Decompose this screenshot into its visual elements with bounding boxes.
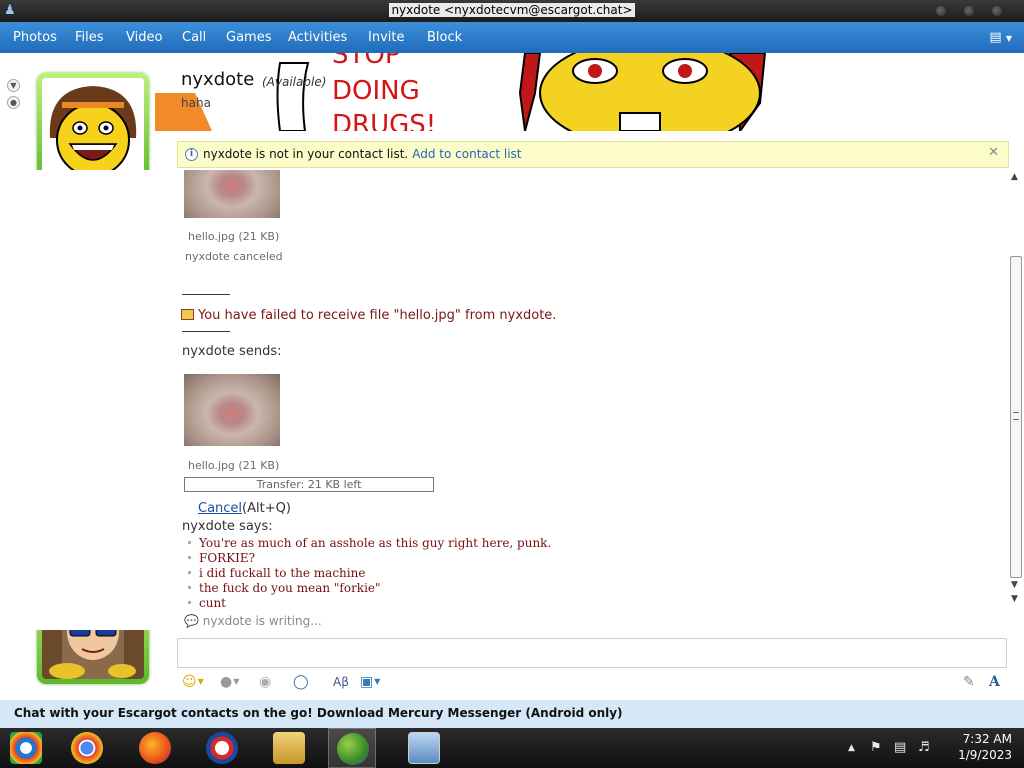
contact-status-icon[interactable]: ● (7, 96, 20, 109)
remote-desktop-icon[interactable] (408, 732, 440, 764)
window-title: nyxdote <nyxdotecvm@escargot.chat> (389, 3, 635, 17)
cancel-shortcut: (Alt+Q) (242, 501, 291, 516)
banner-line-3: DRUGS! (332, 110, 436, 131)
flag-icon[interactable]: ⚑ (870, 740, 882, 755)
typing-icon: 💬 (184, 614, 199, 628)
emoticon-icon[interactable]: ☺▼ (182, 672, 204, 692)
menu-photos[interactable]: Photos (13, 22, 57, 53)
minimize-button[interactable] (936, 6, 946, 16)
collapse-header-icon[interactable]: ▼ (7, 79, 20, 92)
chat-message: the fuck do you mean "forkie" (188, 581, 381, 595)
options-menu-icon[interactable]: ▤ ▼ (989, 30, 1012, 45)
handwriting-icon[interactable]: ✎ (963, 672, 975, 692)
file-thumbnail[interactable] (184, 374, 280, 446)
menu-games[interactable]: Games (226, 22, 271, 53)
contact-name: nyxdote (181, 69, 255, 90)
file-error-icon (181, 309, 194, 320)
font-icon[interactable]: A (989, 672, 1000, 692)
scroll-up-icon[interactable]: ▲ (1011, 172, 1018, 182)
info-text: nyxdote is not in your contact list. (203, 147, 409, 161)
taskbar: ▲ ⚑ ▤ ♬ 7:32 AM 1/9/2023 (0, 728, 1024, 768)
network-icon[interactable]: ▤ (894, 740, 906, 755)
divider (182, 331, 230, 332)
wink-icon[interactable]: ●▼ (220, 672, 239, 692)
voice-clip-icon[interactable]: ◉ (259, 672, 271, 692)
add-to-contact-list-link[interactable]: Add to contact list (412, 147, 521, 161)
input-toolbar: ☺▼ ●▼ ◉ ◯ Aβ ▣▼ ✎ A (177, 668, 1007, 696)
close-button[interactable] (992, 6, 1002, 16)
chat-message: You're as much of an asshole as this guy… (188, 536, 551, 550)
file-thumbnail[interactable] (184, 170, 280, 218)
close-infobar-icon[interactable]: ✕ (988, 145, 999, 160)
contact-status: (Available) (262, 75, 327, 89)
promo-bar[interactable]: Chat with your Escargot contacts on the … (0, 700, 1024, 728)
obama-logo-icon[interactable] (206, 732, 238, 764)
conversation-scrollbar[interactable]: ▲ ▼ ▼ (1008, 170, 1024, 610)
menu-call[interactable]: Call (182, 22, 206, 53)
file-name: hello.jpg (21 KB) (188, 230, 280, 243)
divider (182, 294, 230, 295)
title-bar[interactable]: ♟ nyxdote <nyxdotecvm@escargot.chat> (0, 0, 1024, 22)
cancel-transfer-link[interactable]: Cancel (198, 501, 242, 516)
info-bar: i nyxdote is not in your contact list. Ad… (177, 141, 1009, 168)
contact-avatar-image (42, 78, 144, 180)
scroll-end-icon[interactable]: ▼ (1011, 594, 1018, 604)
volume-icon[interactable]: ♬ (918, 740, 930, 755)
chromium-icon[interactable] (10, 732, 42, 764)
contact-header: STOP DOING DRUGS! nyxdote (Available) ha… (0, 53, 1024, 131)
clock-time: 7:32 AM (962, 732, 1012, 746)
file-name: hello.jpg (21 KB) (188, 459, 280, 472)
chat-message: cunt (188, 596, 226, 610)
clock-date: 1/9/2023 (958, 748, 1012, 762)
chrome-icon[interactable] (71, 732, 103, 764)
personal-message: haha (181, 96, 211, 110)
banner-line-2: DOING (332, 76, 420, 106)
firefox-icon[interactable] (139, 732, 171, 764)
text-format-icon[interactable]: Aβ (333, 672, 349, 692)
contact-avatar[interactable] (37, 73, 149, 185)
sender-label: nyxdote says: (182, 519, 273, 534)
maximize-button[interactable] (964, 6, 974, 16)
menu-video[interactable]: Video (126, 22, 162, 53)
transfer-progress: Transfer: 21 KB left (184, 477, 434, 492)
messenger-taskbar-icon (337, 733, 369, 765)
message-input[interactable] (177, 638, 1007, 668)
menu-files[interactable]: Files (75, 22, 104, 53)
chat-message: i did fuckall to the machine (188, 566, 365, 580)
conversation-area[interactable]: hello.jpg (21 KB) nyxdote canceled You h… (0, 170, 1008, 630)
menu-activities[interactable]: Activities (288, 22, 347, 53)
file-error-message: You have failed to receive file "hello.j… (198, 308, 557, 323)
contact-scene-art: STOP DOING DRUGS! (155, 53, 767, 131)
clock[interactable]: 7:32 AM 1/9/2023 (958, 731, 1012, 763)
banner-line-1: STOP (332, 53, 401, 70)
sender-label: nyxdote sends: (182, 344, 282, 359)
file-manager-icon[interactable] (273, 732, 305, 764)
chat-message: FORKIE? (188, 551, 255, 565)
nudge-icon[interactable]: ◯ (293, 672, 309, 692)
background-icon[interactable]: ▣▼ (360, 672, 380, 692)
tray-expand-icon[interactable]: ▲ (848, 743, 855, 753)
file-status: nyxdote canceled (185, 250, 283, 263)
typing-indicator: nyxdote is writing... (202, 614, 322, 628)
menu-bar: Photos Files Video Call Games Activities… (0, 22, 1024, 53)
promo-text[interactable]: Chat with your Escargot contacts on the … (14, 706, 623, 720)
info-icon: i (185, 148, 198, 161)
scroll-thumb[interactable] (1010, 256, 1022, 578)
menu-block[interactable]: Block (427, 22, 462, 53)
scroll-down-icon[interactable]: ▼ (1011, 580, 1018, 590)
menu-invite[interactable]: Invite (368, 22, 404, 53)
messenger-taskbar-item[interactable] (328, 728, 376, 768)
